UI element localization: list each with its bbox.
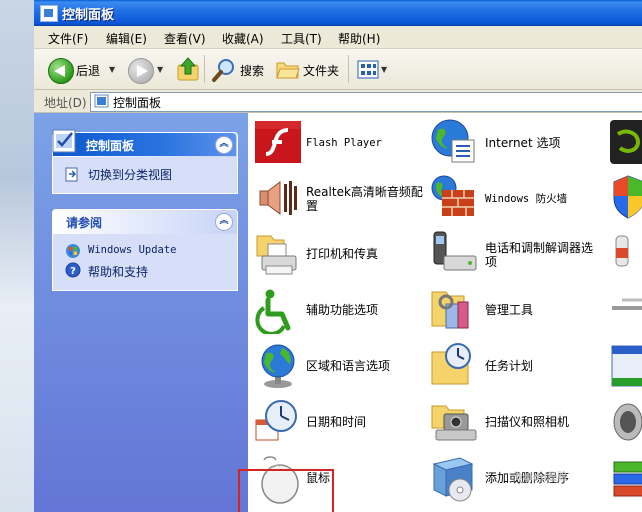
forward-arrow-icon[interactable] xyxy=(128,58,154,84)
phone-modem-label[interactable]: 电话和调制解调器选项 xyxy=(485,241,595,269)
taskbar-start-icon[interactable] xyxy=(610,342,642,390)
date-time-label[interactable]: 日期和时间 xyxy=(306,415,366,429)
menu-favorites[interactable]: 收藏(A) xyxy=(222,30,264,47)
control-panel-icon xyxy=(40,5,58,22)
search-icon[interactable] xyxy=(211,57,237,83)
control-panel-panel-title: 控制面板 xyxy=(86,139,135,153)
forward-dropdown-icon[interactable]: ▼ xyxy=(157,65,163,74)
scheduled-tasks-icon[interactable] xyxy=(430,342,478,390)
menu-view[interactable]: 查看(V) xyxy=(164,30,206,47)
switch-view-icon xyxy=(65,167,78,182)
address-label: 地址(D) xyxy=(44,96,87,110)
views-icon[interactable] xyxy=(357,60,379,80)
security-shield-icon[interactable] xyxy=(612,172,642,222)
control-panel-panel-header-bg xyxy=(53,133,236,156)
menu-tools[interactable]: 工具(T) xyxy=(281,30,322,47)
back-dropdown-icon[interactable]: ▼ xyxy=(109,65,115,74)
realtek-audio-label[interactable]: Realtek高清晰音频配置 xyxy=(306,185,424,213)
switch-category-view-link[interactable]: 切换到分类视图 xyxy=(88,166,172,183)
menu-help[interactable]: 帮助(H) xyxy=(338,30,380,47)
internet-options-label[interactable]: Internet 选项 xyxy=(485,136,560,150)
admin-tools-icon[interactable] xyxy=(430,286,478,334)
scanners-cameras-label[interactable]: 扫描仪和照相机 xyxy=(485,415,569,429)
phone-modem-icon[interactable] xyxy=(430,230,478,278)
window-title: 控制面板 xyxy=(62,8,115,23)
internet-options-icon[interactable] xyxy=(430,118,478,166)
windows-update-link[interactable]: Windows Update xyxy=(88,244,177,256)
accessibility-icon[interactable] xyxy=(254,288,300,334)
printer-icon[interactable] xyxy=(254,232,300,276)
speaker-icon[interactable] xyxy=(256,176,300,220)
back-arrow-icon[interactable] xyxy=(48,58,74,84)
svg-text:?: ? xyxy=(70,266,76,277)
help-icon: ? xyxy=(65,262,81,278)
baidu-watermark: Baidu经验 xyxy=(515,472,568,483)
toolbar-separator xyxy=(348,55,349,83)
tool-icon[interactable] xyxy=(612,230,642,274)
nvidia-icon[interactable] xyxy=(608,118,642,166)
windows-firewall-label[interactable]: Windows 防火墙 xyxy=(485,192,567,206)
regional-language-label[interactable]: 区域和语言选项 xyxy=(306,359,390,373)
add-remove-programs-icon[interactable] xyxy=(430,454,478,504)
windows-update-icon xyxy=(66,244,80,258)
up-folder-icon[interactable] xyxy=(176,56,200,82)
search-button-label[interactable]: 搜索 xyxy=(240,62,264,79)
highlight-box xyxy=(238,469,334,512)
address-value[interactable]: 控制面板 xyxy=(113,94,161,111)
globe-icon[interactable] xyxy=(256,342,300,390)
back-button-label[interactable]: 后退 xyxy=(76,62,100,79)
desktop-background xyxy=(0,0,34,512)
printers-faxes-label[interactable]: 打印机和传真 xyxy=(306,247,378,261)
menu-file[interactable]: 文件(F) xyxy=(48,30,88,47)
scheduled-tasks-label[interactable]: 任务计划 xyxy=(485,359,533,373)
address-field[interactable] xyxy=(90,92,642,112)
see-also-panel-title: 请参阅 xyxy=(66,216,103,230)
clock-calendar-icon[interactable] xyxy=(254,398,300,444)
collapse-icon[interactable]: ︽ xyxy=(215,136,233,154)
menu-edit[interactable]: 编辑(E) xyxy=(106,30,147,47)
folders-button-label[interactable]: 文件夹 xyxy=(303,62,339,79)
control-panel-icon xyxy=(52,129,76,153)
network-icon[interactable] xyxy=(612,292,642,326)
help-and-support-link[interactable]: 帮助和支持 xyxy=(88,263,148,280)
collapse-icon[interactable]: ︽ xyxy=(215,213,233,231)
admin-tools-label[interactable]: 管理工具 xyxy=(485,303,533,317)
speaker-volume-icon[interactable] xyxy=(610,398,642,446)
title-bar[interactable] xyxy=(34,0,642,26)
views-dropdown-icon[interactable]: ▼ xyxy=(381,65,387,74)
flash-player-icon[interactable] xyxy=(254,120,302,164)
flash-player-label[interactable]: Flash Player xyxy=(306,136,382,150)
firewall-icon[interactable] xyxy=(430,174,478,220)
toolbar-separator xyxy=(204,55,205,83)
control-panel-icon xyxy=(94,94,109,108)
scanner-camera-icon[interactable] xyxy=(430,398,478,446)
fonts-books-icon[interactable] xyxy=(612,456,642,504)
accessibility-options-label[interactable]: 辅助功能选项 xyxy=(306,303,378,317)
folders-icon[interactable] xyxy=(276,58,300,80)
